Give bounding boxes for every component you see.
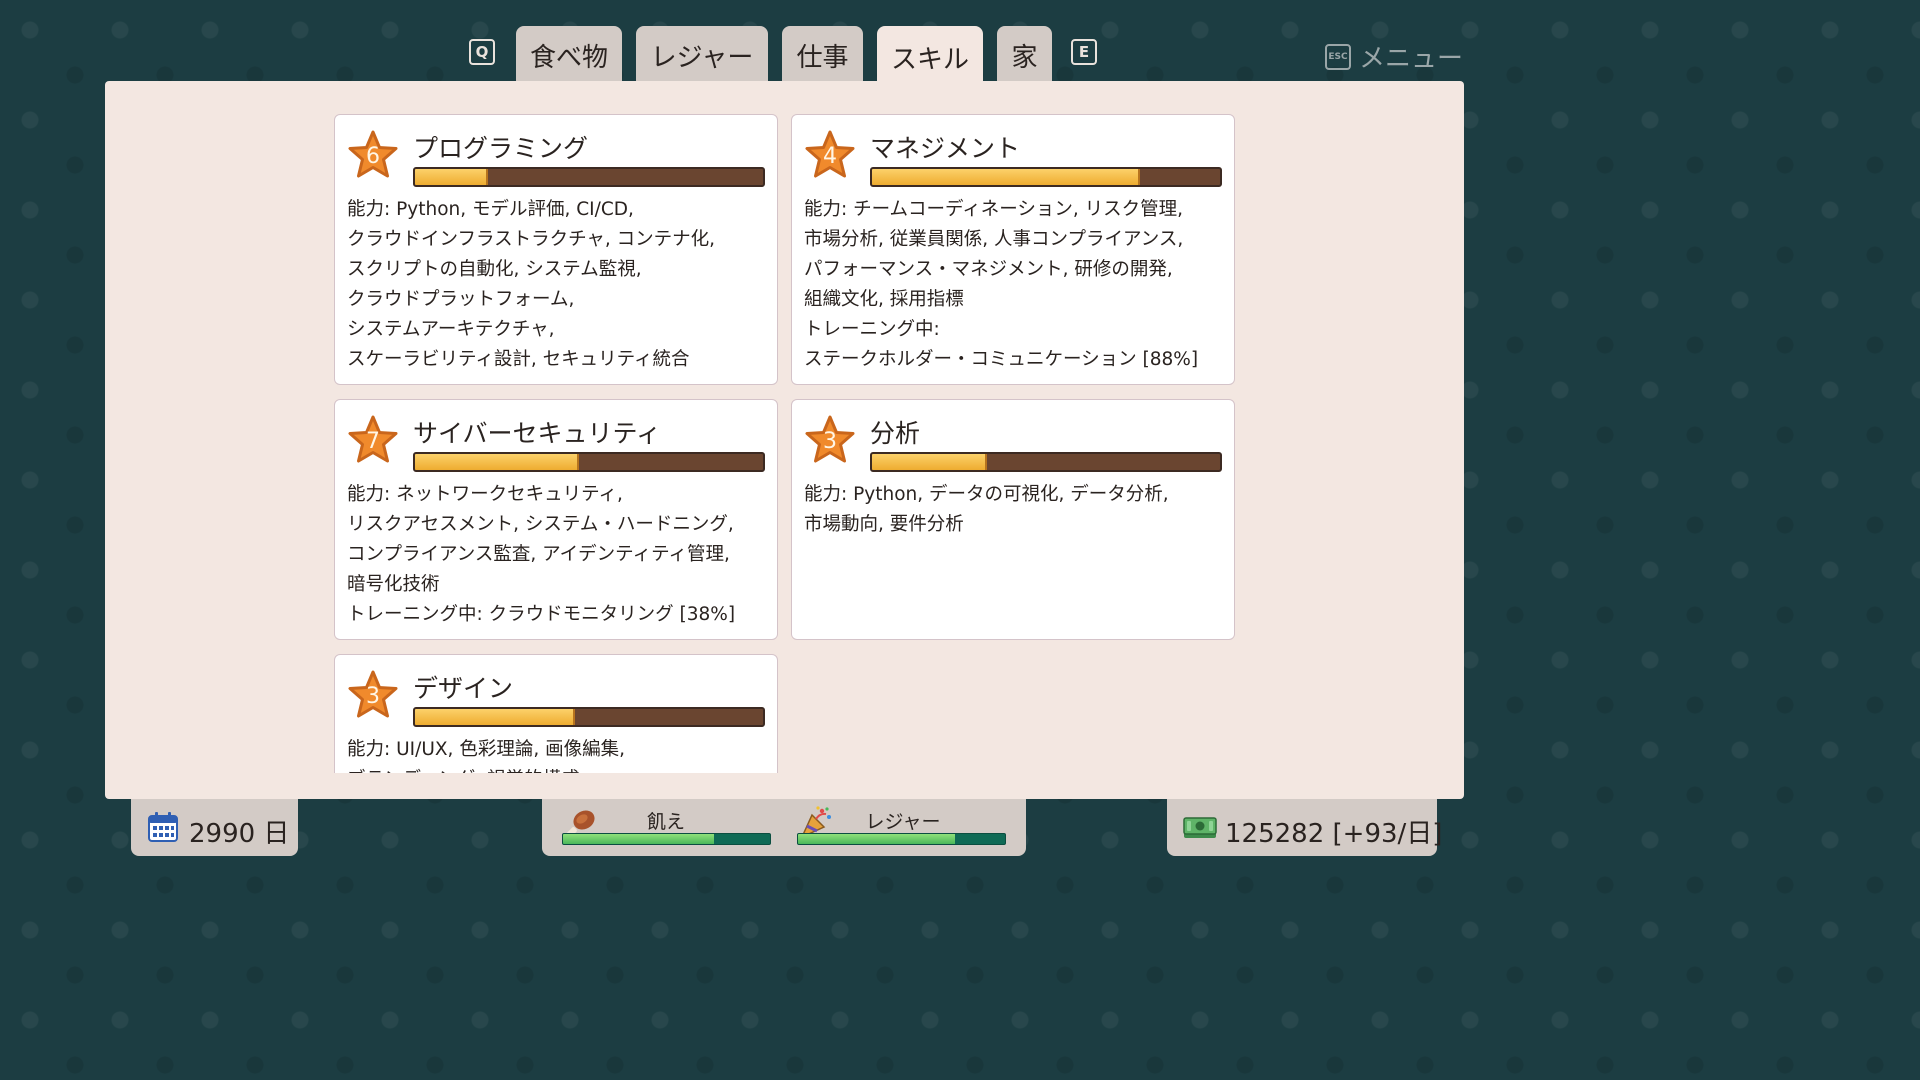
skill-progress-bar bbox=[413, 707, 765, 727]
tab-leisure[interactable]: レジャー bbox=[636, 26, 768, 82]
money-counter: 125282 [+93/日] bbox=[1167, 799, 1442, 856]
hunger-bar bbox=[562, 833, 771, 845]
skill-line: ステークホルダー・コミュニケーション [88%] bbox=[804, 349, 1199, 370]
skill-line: 能力: チームコーディネーション, リスク管理, bbox=[804, 199, 1184, 220]
skill-name: デザイン bbox=[413, 674, 514, 703]
skill-line: 能力: ネットワークセキュリティ, bbox=[347, 484, 623, 505]
skill-line: 暗号化技術 bbox=[347, 574, 440, 595]
skills-panel: 6 プログラミング 能力: Python, モデル評価, CI/CD, クラウド… bbox=[105, 81, 1464, 799]
skill-line: トレーニング中: bbox=[804, 319, 940, 340]
skill-line: 能力: Python, データの可視化, データ分析, bbox=[804, 484, 1169, 505]
skill-line: 組織文化, 採用指標 bbox=[804, 289, 964, 310]
skill-level: 3 bbox=[366, 684, 380, 709]
skill-line: システムアーキテクチャ, bbox=[347, 319, 555, 340]
menu-label: メニュー bbox=[1359, 44, 1464, 74]
prev-tab-key[interactable]: Q bbox=[469, 39, 495, 65]
skill-card-cybersecurity: 7 サイバーセキュリティ 能力: ネットワークセキュリティ, リスクアセスメント… bbox=[334, 399, 778, 640]
skill-progress-bar bbox=[870, 452, 1222, 472]
skill-name: マネジメント bbox=[870, 134, 1021, 163]
skill-line: 能力: Python, モデル評価, CI/CD, bbox=[347, 199, 634, 220]
leisure-label: レジャー bbox=[865, 811, 941, 833]
skill-line: クラウドインフラストラクチャ, コンテナ化, bbox=[347, 229, 716, 250]
days-value: 2990 日 bbox=[189, 819, 290, 849]
skill-name: 分析 bbox=[870, 419, 921, 448]
level-star-icon: 3 bbox=[347, 669, 399, 721]
calendar-icon bbox=[148, 812, 178, 842]
skill-line: ブランディング, 視覚的構成 bbox=[347, 765, 767, 773]
skill-level: 3 bbox=[823, 429, 837, 454]
tab-bar: Q 食べ物 レジャー 仕事 スキル 家 E ESC メニュー bbox=[0, 26, 1568, 86]
menu-button[interactable]: ESC メニュー bbox=[1325, 38, 1463, 75]
skill-progress-bar bbox=[413, 167, 765, 187]
tab-skills[interactable]: スキル bbox=[877, 26, 983, 86]
skill-line: トレーニング中: クラウドモニタリング [38%] bbox=[347, 604, 736, 625]
skill-line: パフォーマンス・マネジメント, 研修の開発, bbox=[804, 259, 1173, 280]
skill-description: 能力: Python, モデル評価, CI/CD, クラウドインフラストラクチャ… bbox=[347, 195, 767, 375]
level-star-icon: 3 bbox=[804, 414, 856, 466]
tab-home[interactable]: 家 bbox=[997, 26, 1052, 82]
esc-key-icon: ESC bbox=[1325, 43, 1351, 70]
level-star-icon: 6 bbox=[347, 129, 399, 181]
skill-level: 7 bbox=[366, 429, 380, 454]
skill-description: 能力: ネットワークセキュリティ, リスクアセスメント, システム・ハードニング… bbox=[347, 480, 767, 630]
skill-name: サイバーセキュリティ bbox=[413, 419, 662, 448]
level-star-icon: 7 bbox=[347, 414, 399, 466]
hunger-label: 飢え bbox=[646, 811, 685, 833]
skills-list[interactable]: 6 プログラミング 能力: Python, モデル評価, CI/CD, クラウド… bbox=[105, 81, 1464, 773]
skill-description: 能力: Python, データの可視化, データ分析, 市場動向, 要件分析 bbox=[804, 480, 1224, 540]
needs-panel: 飢え レジャー bbox=[542, 799, 1026, 856]
skill-line: スケーラビリティ設計, セキュリティ統合 bbox=[347, 349, 690, 370]
cash-icon bbox=[1183, 817, 1217, 838]
skill-line: 能力: UI/UX, 色彩理論, 画像編集, bbox=[347, 739, 625, 760]
tab-work[interactable]: 仕事 bbox=[782, 26, 863, 82]
skill-line: 市場分析, 従業員関係, 人事コンプライアンス, bbox=[804, 229, 1184, 250]
skill-card-design: 3 デザイン 能力: UI/UX, 色彩理論, 画像編集, ブランディング, 視… bbox=[334, 654, 778, 773]
skill-line: コンプライアンス監査, アイデンティティ管理, bbox=[347, 544, 730, 565]
skill-card-analysis: 3 分析 能力: Python, データの可視化, データ分析, 市場動向, 要… bbox=[791, 399, 1235, 640]
skill-name: プログラミング bbox=[413, 134, 589, 163]
leisure-bar bbox=[797, 833, 1006, 845]
skill-level: 6 bbox=[366, 144, 380, 169]
skill-line: 市場動向, 要件分析 bbox=[804, 514, 964, 535]
skill-description: 能力: UI/UX, 色彩理論, 画像編集, ブランディング, 視覚的構成 bbox=[347, 735, 767, 773]
skill-level: 4 bbox=[823, 144, 837, 169]
days-counter: 2990 日 bbox=[131, 799, 298, 856]
skill-progress-bar bbox=[870, 167, 1222, 187]
skill-card-programming: 6 プログラミング 能力: Python, モデル評価, CI/CD, クラウド… bbox=[334, 114, 778, 385]
skill-line: クラウドプラットフォーム, bbox=[347, 289, 575, 310]
level-star-icon: 4 bbox=[804, 129, 856, 181]
skill-progress-bar bbox=[413, 452, 765, 472]
skill-line: リスクアセスメント, システム・ハードニング, bbox=[347, 514, 734, 535]
tab-food[interactable]: 食べ物 bbox=[516, 26, 622, 82]
skill-card-management: 4 マネジメント 能力: チームコーディネーション, リスク管理, 市場分析, … bbox=[791, 114, 1235, 385]
skill-line: スクリプトの自動化, システム監視, bbox=[347, 259, 642, 280]
next-tab-key[interactable]: E bbox=[1071, 39, 1097, 65]
money-value: 125282 [+93/日] bbox=[1225, 819, 1443, 849]
skill-description: 能力: チームコーディネーション, リスク管理, 市場分析, 従業員関係, 人事… bbox=[804, 195, 1224, 375]
